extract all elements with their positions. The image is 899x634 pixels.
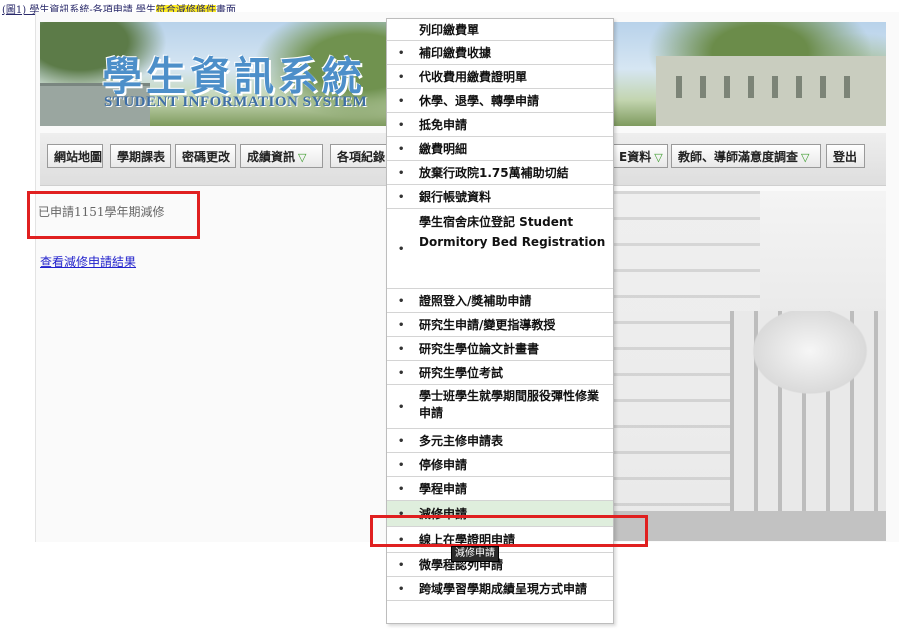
menu-item[interactable]: • 微學程認列申請 xyxy=(387,553,613,577)
menu-item-label: 銀行帳號資料 xyxy=(419,190,492,204)
menu-item-label: 研究生學位論文計畫書 xyxy=(419,342,540,356)
menu-item-label: 代收費用繳費證明單 xyxy=(419,70,528,84)
menu-item[interactable]: • 跨域學習學期成績呈現方式申請 xyxy=(387,577,613,601)
nav-button-label: 各項紀錄 xyxy=(337,150,386,164)
menu-item[interactable]: • 研究生學位論文計畫書 xyxy=(387,337,613,361)
nav-button-4[interactable]: 各項紀錄▽ xyxy=(330,144,396,168)
bullet-icon: • xyxy=(398,436,405,447)
menu-item-label: 休學、退學、轉學申請 xyxy=(419,94,540,108)
menu-item[interactable]: • 學程申請 xyxy=(387,477,613,501)
view-result-link[interactable]: 查看減修申請結果 xyxy=(40,253,136,270)
nav-button-label: 登出 xyxy=(833,150,858,164)
bullet-icon: • xyxy=(398,344,405,355)
nav-button-label: 學期課表 xyxy=(117,150,166,164)
site-subtitle: STUDENT INFORMATION SYSTEM xyxy=(104,94,368,110)
nav-button-0[interactable]: 網站地圖 xyxy=(47,144,103,168)
bullet-icon: • xyxy=(398,296,405,307)
menu-item[interactable]: • 停修申請 xyxy=(387,453,613,477)
menu-item-label: 停修申請 xyxy=(419,458,468,472)
nav-button-2[interactable]: 密碼更改 xyxy=(175,144,236,168)
menu-item[interactable]: • 繳費明細 xyxy=(387,137,613,161)
nav-button-6[interactable]: 教師、導師滿意度調查 ▽ xyxy=(671,144,821,168)
menu-item-label: 研究生學位考試 xyxy=(419,366,504,380)
nav-button-label: 網站地圖 xyxy=(54,150,103,164)
dropdown-arrow-icon: ▽ xyxy=(654,151,663,164)
bullet-icon: • xyxy=(398,320,405,331)
menu-item[interactable]: 列印繳費單 xyxy=(387,19,613,41)
nav-button-label: 成績資訊 xyxy=(247,150,296,164)
menu-item-label: 證照登入/獎補助申請 xyxy=(419,294,532,308)
menu-item-label: 放棄行政院1.75萬補助切結 xyxy=(419,166,569,180)
bullet-icon: • xyxy=(398,484,405,495)
nav-button-5[interactable]: E資料 ▽ xyxy=(612,144,668,168)
bullet-icon: • xyxy=(398,584,405,595)
menu-item[interactable]: • 補印繳費收據 xyxy=(387,41,613,65)
menu-item-label: 抵免申請 xyxy=(419,118,468,132)
banner-building-right xyxy=(656,56,886,126)
menu-item[interactable]: • 研究生申請/變更指導教授 xyxy=(387,313,613,337)
menu-item-label: 繳費明細 xyxy=(419,142,468,156)
bullet-icon: • xyxy=(398,560,405,571)
menu-item[interactable]: • 銀行帳號資料 xyxy=(387,185,613,209)
menu-item-label: 多元主修申請表 xyxy=(419,434,504,448)
nav-button-3[interactable]: 成績資訊 ▽ xyxy=(240,144,323,168)
nav-button-label: E資料 xyxy=(619,150,652,164)
bullet-icon: • xyxy=(398,244,405,255)
menu-item-label: 學生宿舍床位登記 Student Dormitory Bed Registrat… xyxy=(419,215,606,249)
nav-button-1[interactable]: 學期課表 xyxy=(110,144,171,168)
menu-item-label: 學程申請 xyxy=(419,482,468,496)
campus-building-image xyxy=(610,191,886,541)
nav-button-label: 教師、導師滿意度調查 xyxy=(678,150,799,164)
bullet-icon: • xyxy=(398,460,405,471)
dropdown-arrow-icon: ▽ xyxy=(801,151,810,164)
menu-item-label: 列印繳費單 xyxy=(419,23,480,37)
menu-item[interactable]: • 研究生學位考試 xyxy=(387,361,613,385)
menu-item[interactable]: • 學士班學生就學期間服役彈性修業申請 xyxy=(387,385,613,429)
menu-item-label: 跨域學習學期成績呈現方式申請 xyxy=(419,582,588,596)
tooltip: 減修申請 xyxy=(451,546,499,562)
bullet-icon: • xyxy=(398,192,405,203)
applied-status-text: 已申請1151學年期減修 xyxy=(38,205,165,219)
menu-item[interactable]: • 多元主修申請表 xyxy=(387,429,613,453)
nav-button-7[interactable]: 登出 xyxy=(826,144,865,168)
bullet-icon: • xyxy=(398,96,405,107)
menu-item-label: 研究生申請/變更指導教授 xyxy=(419,318,556,332)
menu-item[interactable]: • 放棄行政院1.75萬補助切結 xyxy=(387,161,613,185)
bullet-icon: • xyxy=(398,368,405,379)
bullet-icon: • xyxy=(398,120,405,131)
bullet-icon: • xyxy=(398,72,405,83)
menu-item-label: 學士班學生就學期間服役彈性修業申請 xyxy=(419,389,600,420)
menu-item[interactable]: • 休學、退學、轉學申請 xyxy=(387,89,613,113)
menu-item[interactable]: • 代收費用繳費證明單 xyxy=(387,65,613,89)
menu-item[interactable]: • 抵免申請 xyxy=(387,113,613,137)
selected-item-highlight xyxy=(370,515,648,547)
bullet-icon: • xyxy=(398,48,405,59)
bullet-icon: • xyxy=(398,402,405,413)
menu-item[interactable]: • 學生宿舍床位登記 Student Dormitory Bed Registra… xyxy=(387,209,613,289)
dropdown-arrow-icon: ▽ xyxy=(298,151,307,164)
nav-button-label: 密碼更改 xyxy=(182,150,231,164)
bullet-icon: • xyxy=(398,168,405,179)
menu-item-label: 補印繳費收據 xyxy=(419,46,492,60)
bullet-icon: • xyxy=(398,144,405,155)
menu-item[interactable]: • 證照登入/獎補助申請 xyxy=(387,289,613,313)
menu-item-label: 微學程認列申請 xyxy=(419,558,504,572)
